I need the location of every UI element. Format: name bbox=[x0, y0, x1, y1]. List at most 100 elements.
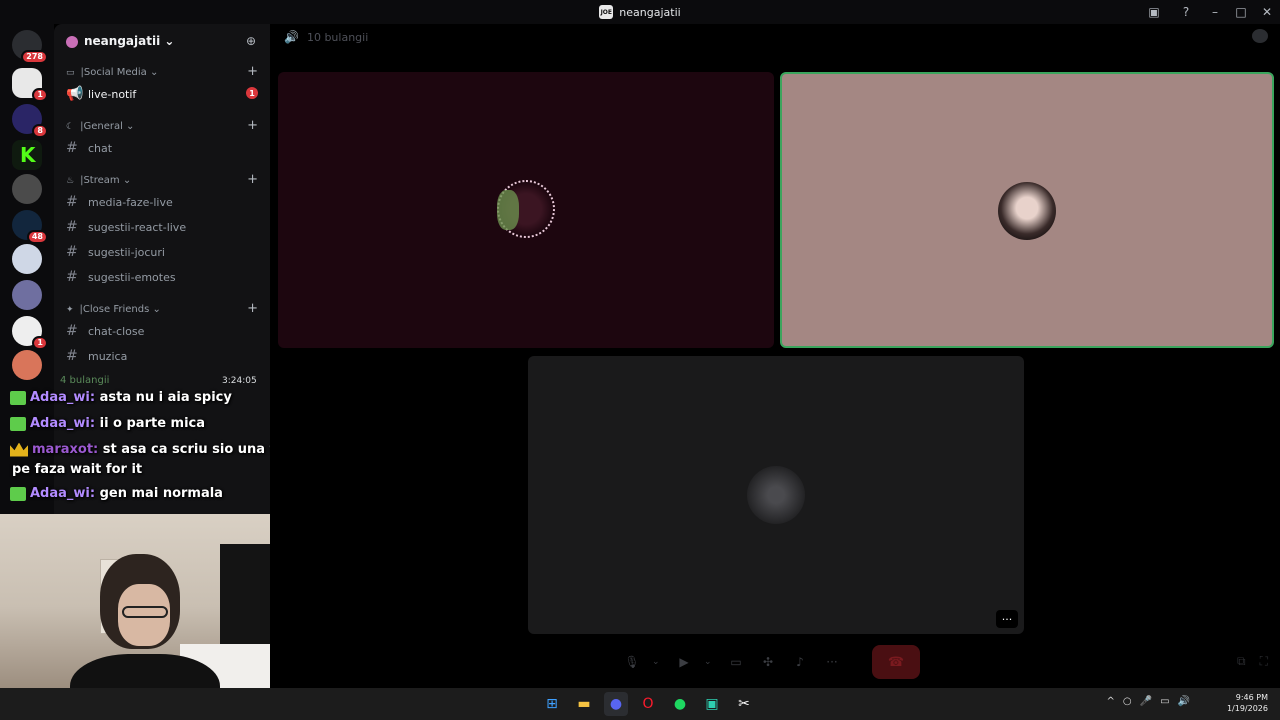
server-icon[interactable] bbox=[12, 174, 42, 204]
category-stream[interactable]: ♨ | Stream ⌄ bbox=[66, 175, 131, 186]
minimize-button[interactable]: – bbox=[1202, 0, 1228, 24]
taskbar-clock[interactable]: 9:46 PM 1/19/2026 bbox=[1227, 692, 1268, 714]
clock-date: 1/19/2026 bbox=[1226, 704, 1268, 713]
webcam-person-glasses bbox=[122, 606, 168, 618]
server-icon[interactable]: 48 bbox=[12, 210, 48, 244]
activities-icon[interactable]: ✣ bbox=[756, 650, 780, 674]
opera-icon[interactable]: O bbox=[636, 692, 660, 716]
participant-avatar bbox=[747, 466, 805, 524]
chat-message: Adaa_wi: ii o parte mica bbox=[10, 416, 205, 431]
app-icon[interactable]: ▣ bbox=[700, 692, 724, 716]
chat-text: st asa ca scriu sio una fil bbox=[102, 442, 284, 457]
server-icon-kick[interactable]: K bbox=[12, 140, 42, 170]
discord-icon[interactable]: ● bbox=[604, 692, 628, 716]
title-bar: JOE neangajatii ▣ ? – □ ✕ bbox=[0, 0, 1280, 24]
tray-expand-icon[interactable]: ^ bbox=[1107, 696, 1115, 707]
windows-start-icon[interactable]: ⊞ bbox=[540, 692, 564, 716]
server-name-button[interactable]: neangajatii ⌄ bbox=[84, 34, 174, 48]
svg-text:K: K bbox=[20, 143, 37, 167]
server-mention-badge: 48 bbox=[26, 230, 48, 244]
create-channel-button[interactable]: + bbox=[247, 118, 258, 133]
server-mention-badge: 8 bbox=[32, 124, 48, 138]
chat-text: gen mai normala bbox=[99, 486, 223, 501]
soundboard-icon[interactable]: ♪ bbox=[788, 650, 812, 674]
channel-mention-badge: 1 bbox=[246, 87, 258, 99]
participant-tile[interactable]: ··· bbox=[528, 356, 1024, 634]
chat-username: Adaa_wi: bbox=[30, 486, 96, 501]
voice-timer: 3:24:05 bbox=[222, 376, 257, 386]
tray-volume-icon[interactable]: 🔊 bbox=[1178, 696, 1190, 707]
capcut-icon[interactable]: ✂ bbox=[732, 692, 756, 716]
channel-live-notif[interactable]: 📢 live-notif bbox=[66, 86, 136, 102]
more-options-button[interactable]: ··· bbox=[996, 610, 1018, 628]
more-icon[interactable]: ··· bbox=[820, 650, 844, 674]
participant-avatar bbox=[497, 180, 555, 238]
create-channel-button[interactable]: + bbox=[247, 64, 258, 79]
server-icon[interactable]: 1 bbox=[12, 316, 48, 350]
channel-sugestii-jocuri[interactable]: # sugestii-jocuri bbox=[66, 244, 165, 260]
voice-channel-header: 🔊 10 bulangii bbox=[284, 30, 369, 44]
file-explorer-icon[interactable]: ▬ bbox=[572, 692, 596, 716]
announcement-icon: 📢 bbox=[66, 86, 84, 102]
hashtag-icon: # bbox=[66, 348, 78, 364]
server-avatar bbox=[66, 36, 78, 48]
server-icon[interactable] bbox=[12, 350, 42, 380]
help-icon[interactable]: ? bbox=[1178, 4, 1194, 20]
view-controls: ⧉ ⛶ bbox=[1237, 654, 1268, 669]
chat-message: maraxot: st asa ca scriu sio una fil bbox=[10, 442, 284, 457]
channel-chat-close[interactable]: # chat-close bbox=[66, 323, 144, 339]
camera-icon[interactable]: ▶ bbox=[672, 650, 696, 674]
voice-channel-label[interactable]: 4 bulangii bbox=[60, 375, 109, 386]
hashtag-icon: # bbox=[66, 323, 78, 339]
channel-sugestii-react-live[interactable]: # sugestii-react-live bbox=[66, 219, 186, 235]
chat-text: asta nu i aia spicy bbox=[99, 390, 232, 405]
crown-badge-icon bbox=[10, 442, 28, 457]
channel-media-faze-live[interactable]: # media-faze-live bbox=[66, 194, 173, 210]
chevron-down-icon[interactable]: ⌄ bbox=[704, 657, 716, 667]
maximize-button[interactable]: □ bbox=[1228, 0, 1254, 24]
chat-text: ii o parte mica bbox=[99, 416, 206, 431]
hashtag-icon: # bbox=[66, 244, 78, 260]
channel-chat[interactable]: # chat bbox=[66, 140, 112, 156]
tray-app-icon[interactable]: ○ bbox=[1123, 696, 1132, 707]
participant-tile-speaking[interactable] bbox=[780, 72, 1274, 348]
microphone-icon[interactable]: 🎙 bbox=[620, 650, 644, 674]
category-close-friends[interactable]: ✦ | Close Friends ⌄ bbox=[66, 304, 161, 315]
channel-sugestii-emotes[interactable]: # sugestii-emotes bbox=[66, 269, 176, 285]
server-icon[interactable] bbox=[12, 280, 42, 310]
popout-icon[interactable]: ⧉ bbox=[1237, 654, 1246, 669]
screen-share-icon[interactable]: ▭ bbox=[724, 650, 748, 674]
fullscreen-icon[interactable]: ⛶ bbox=[1260, 654, 1268, 669]
server-icon[interactable]: 8 bbox=[12, 104, 48, 138]
chat-message: Adaa_wi: gen mai normala bbox=[10, 486, 223, 501]
direct-messages-button[interactable]: 278 bbox=[12, 30, 48, 64]
participant-tile[interactable] bbox=[278, 72, 774, 348]
inbox-icon[interactable]: ▣ bbox=[1146, 4, 1162, 20]
chat-bubble-icon[interactable] bbox=[1252, 29, 1268, 43]
subscriber-badge-icon bbox=[10, 486, 26, 501]
channel-muzica[interactable]: # muzica bbox=[66, 348, 127, 364]
category-emoji: ☾ bbox=[66, 121, 75, 132]
chat-username: maraxot: bbox=[32, 442, 99, 457]
tray-microphone-icon[interactable]: 🎤 bbox=[1140, 696, 1152, 707]
server-mention-badge: 1 bbox=[32, 336, 48, 350]
create-channel-button[interactable]: + bbox=[247, 301, 258, 316]
category-general[interactable]: ☾ | General ⌄ bbox=[66, 121, 134, 132]
category-social-media[interactable]: ▭ | Social Media ⌄ bbox=[66, 67, 158, 78]
disconnect-button[interactable]: ☎ bbox=[872, 645, 920, 679]
tray-network-icon[interactable]: ▭ bbox=[1160, 696, 1169, 707]
category-emoji: ✦ bbox=[66, 304, 74, 315]
chevron-down-icon[interactable]: ⌄ bbox=[652, 657, 664, 667]
invite-people-icon[interactable]: ⊕ bbox=[246, 34, 256, 48]
windows-taskbar: ⊞ ▬ ● O ● ▣ ✂ ^ ○ 🎤 ▭ 🔊 9:46 PM 1/19/202… bbox=[0, 688, 1280, 720]
system-tray: ^ ○ 🎤 ▭ 🔊 bbox=[1107, 696, 1190, 707]
close-button[interactable]: ✕ bbox=[1254, 0, 1280, 24]
spotify-icon[interactable]: ● bbox=[668, 692, 692, 716]
create-channel-button[interactable]: + bbox=[247, 172, 258, 187]
participant-avatar bbox=[998, 182, 1056, 240]
server-icon[interactable] bbox=[12, 244, 42, 274]
server-icon-neangajatii[interactable]: 1 bbox=[12, 68, 48, 102]
subscriber-badge-icon bbox=[10, 416, 26, 431]
chat-message: Adaa_wi: asta nu i aia spicy bbox=[10, 390, 232, 405]
hashtag-icon: # bbox=[66, 140, 78, 156]
